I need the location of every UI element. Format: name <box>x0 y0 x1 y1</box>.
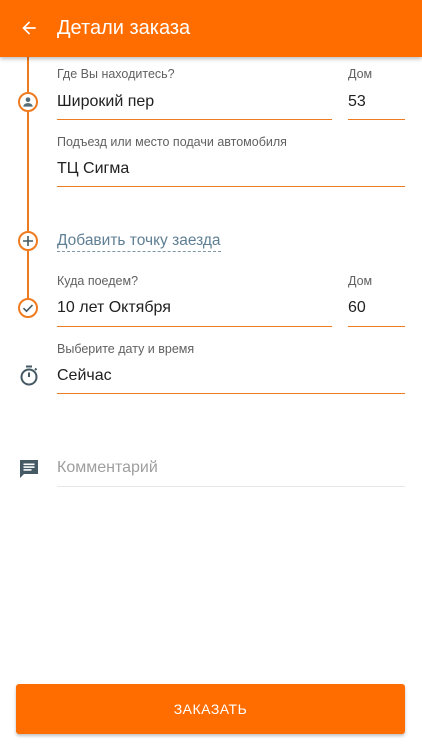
destination-house-label: Дом <box>348 274 373 288</box>
comment-input[interactable]: Комментарий <box>57 459 158 477</box>
order-button[interactable]: ЗАКАЗАТЬ <box>16 684 405 734</box>
datetime-input[interactable]: Сейчас <box>57 367 112 385</box>
back-button[interactable] <box>14 13 44 43</box>
entrance-label: Подъезд или место подачи автомобиля <box>57 135 287 149</box>
route-line-upper <box>27 57 29 92</box>
arrow-back-icon <box>22 21 36 35</box>
page-title: Детали заказа <box>57 17 191 39</box>
stopwatch-icon <box>20 365 38 386</box>
entrance-underline <box>57 186 405 187</box>
destination-house-underline <box>348 326 405 327</box>
destination-label: Куда поедем? <box>57 274 139 288</box>
datetime-label: Выберите дату и время <box>57 342 195 356</box>
destination-node <box>18 298 38 318</box>
route-line <box>27 112 29 231</box>
time-icon-wrap <box>17 364 41 388</box>
route-line-lower <box>27 251 29 298</box>
add-stop-link[interactable]: Добавить точку заезда <box>57 232 221 252</box>
entrance-input[interactable]: ТЦ Сигма <box>57 160 129 178</box>
pickup-street-input[interactable]: Широкий пер <box>57 93 154 111</box>
pickup-node <box>18 92 38 112</box>
pickup-street-underline <box>57 119 332 120</box>
destination-house-input[interactable]: 60 <box>348 299 366 317</box>
comment-icon <box>20 460 38 478</box>
pickup-label: Где Вы находитесь? <box>57 67 175 81</box>
destination-street-underline <box>57 326 332 327</box>
pickup-house-label: Дом <box>348 67 373 81</box>
person-icon <box>23 97 33 107</box>
check-circle-icon <box>22 304 34 313</box>
pickup-house-underline <box>348 119 405 120</box>
datetime-underline <box>57 393 405 394</box>
destination-street-input[interactable]: 10 лет Октября <box>57 299 171 317</box>
plus-circle-icon <box>23 236 33 246</box>
comment-icon-wrap <box>17 457 41 481</box>
comment-underline <box>57 486 405 487</box>
app-bar: Детали заказа <box>0 0 422 57</box>
order-button-label: ЗАКАЗАТЬ <box>173 701 248 717</box>
pickup-house-input[interactable]: 53 <box>348 93 366 111</box>
add-stop-node[interactable] <box>18 231 38 251</box>
